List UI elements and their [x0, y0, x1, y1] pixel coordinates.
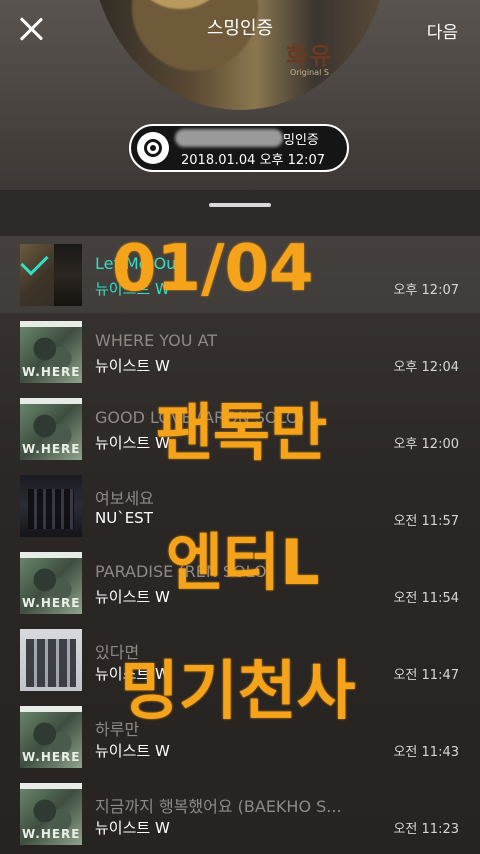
- list-item[interactable]: 있다면 뉴이스트 W 오전 11:47: [0, 621, 480, 698]
- album-thumbnail: [20, 244, 82, 306]
- album-thumbnail: W.HERE: [20, 706, 82, 768]
- album-thumbnail: [20, 475, 82, 537]
- song-title: 여보세요: [95, 489, 154, 508]
- album-thumbnail: W.HERE: [20, 321, 82, 383]
- album-thumbnail-label: W.HERE: [22, 827, 81, 841]
- song-artist: 뉴이스트 W: [95, 434, 170, 452]
- song-title: 하루만: [95, 720, 140, 739]
- song-artist: NU`EST: [95, 509, 153, 527]
- album-thumbnail: [20, 629, 82, 691]
- song-title: PARADISE (REN SOLO): [95, 562, 273, 581]
- blurred-username: [175, 129, 283, 147]
- disc-icon: [137, 132, 169, 164]
- album-thumbnail-label: W.HERE: [22, 750, 81, 764]
- play-time: 오전 11:43: [393, 745, 459, 760]
- song-title: Let Me Out: [95, 254, 183, 273]
- album-thumbnail-label: W.HERE: [22, 365, 81, 379]
- list-item[interactable]: W.HERE 하루만 뉴이스트 W 오전 11:43: [0, 698, 480, 775]
- play-time: 오후 12:04: [393, 360, 459, 375]
- play-time: 오후 12:00: [393, 437, 459, 452]
- song-title: WHERE YOU AT: [95, 331, 218, 350]
- song-artist: 뉴이스트 W: [95, 357, 170, 375]
- album-art-title: 화유: [286, 42, 333, 70]
- song-artist: 뉴이스트 W: [95, 588, 170, 606]
- song-artist: 뉴이스트 W: [95, 742, 170, 760]
- streaming-badge: 밍인증 2018.01.04 오후 12:07: [129, 124, 349, 172]
- song-artist: 뉴이스트 W: [95, 665, 170, 683]
- song-list: Let Me Out 뉴이스트 W 오후 12:07 W.HERE WHERE …: [0, 236, 480, 854]
- list-item[interactable]: W.HERE GOOD LOVE (ARON SOLO) 뉴이스트 W 오후 1…: [0, 390, 480, 467]
- album-thumbnail-label: W.HERE: [22, 442, 81, 456]
- page-title: 스밍인증: [206, 18, 274, 39]
- list-item[interactable]: Let Me Out 뉴이스트 W 오후 12:07: [0, 236, 480, 313]
- list-item[interactable]: 여보세요 NU`EST 오전 11:57: [0, 467, 480, 544]
- play-time: 오전 11:57: [393, 514, 459, 529]
- album-art-subtitle: Original S: [290, 68, 329, 77]
- song-title: GOOD LOVE (ARON SOLO): [95, 408, 305, 427]
- song-title: 지금까지 행복했어요 (BAEKHO S...: [95, 797, 342, 816]
- song-title: 있다면: [95, 643, 140, 662]
- drag-handle[interactable]: [209, 203, 271, 207]
- list-item[interactable]: W.HERE 지금까지 행복했어요 (BAEKHO S... 뉴이스트 W 오전…: [0, 775, 480, 852]
- badge-datetime: 2018.01.04 오후 12:07: [181, 153, 326, 168]
- play-time: 오전 11:47: [393, 668, 459, 683]
- album-thumbnail: W.HERE: [20, 552, 82, 614]
- next-button[interactable]: 다음: [427, 18, 458, 43]
- song-artist: 뉴이스트 W: [95, 819, 170, 837]
- list-item[interactable]: W.HERE WHERE YOU AT 뉴이스트 W 오후 12:04: [0, 313, 480, 390]
- sheet-header: [0, 190, 480, 236]
- header-area: 화유 Original S 스밍인증 다음 밍인증 2018.01.04 오후 …: [0, 0, 480, 190]
- song-artist: 뉴이스트 W: [95, 280, 170, 298]
- album-thumbnail: W.HERE: [20, 783, 82, 845]
- album-thumbnail: W.HERE: [20, 398, 82, 460]
- list-item[interactable]: W.HERE PARADISE (REN SOLO) 뉴이스트 W 오전 11:…: [0, 544, 480, 621]
- badge-label: 밍인증: [283, 133, 319, 148]
- play-time: 오전 11:23: [393, 822, 459, 837]
- play-time: 오전 11:54: [393, 591, 459, 606]
- play-time: 오후 12:07: [393, 283, 459, 298]
- album-thumbnail-label: W.HERE: [22, 596, 81, 610]
